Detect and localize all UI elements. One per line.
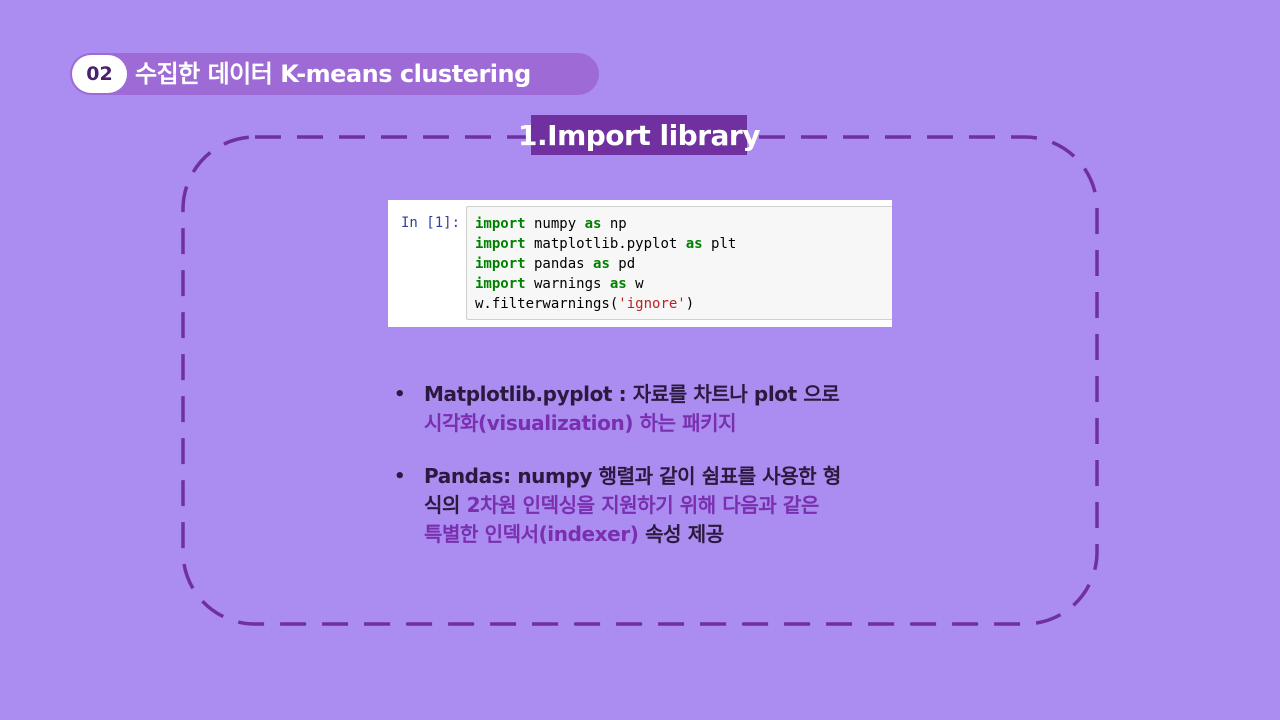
code-area: import numpy as np import matplotlib.pyp… (466, 206, 892, 320)
code-cell-screenshot: In [1]: import numpy as np import matplo… (388, 200, 892, 327)
bullet-icon: • (394, 466, 406, 487)
bullet-text: Matplotlib.pyplot : 자료를 차트나 plot 으로 (424, 382, 840, 406)
code-line: import warnings as w (475, 276, 644, 292)
bullet-text: 특별한 인덱서(indexer) 속성 제공 (424, 522, 724, 546)
code-line: import numpy as np (475, 216, 627, 232)
bullet-text: 시각화(visualization) 하는 패키지 (424, 411, 737, 435)
bullet-item-pandas: • Pandas: numpy 행렬과 같이 쉼표를 사용한 형 식의 2차원 … (390, 462, 910, 549)
section-subtitle-label: 1.Import library (518, 115, 760, 155)
bullet-list: • Matplotlib.pyplot : 자료를 차트나 plot 으로 시각… (390, 380, 910, 549)
bullet-item-matplotlib: • Matplotlib.pyplot : 자료를 차트나 plot 으로 시각… (390, 380, 910, 438)
bullet-icon: • (394, 384, 406, 405)
cell-prompt: In [1]: (401, 215, 461, 231)
code-line: w.filterwarnings('ignore') (475, 296, 695, 312)
dashed-frame (181, 135, 1099, 626)
code-line: import matplotlib.pyplot as plt (475, 236, 737, 252)
code-line: import pandas as pd (475, 256, 636, 272)
bullet-text: Pandas: numpy 행렬과 같이 쉼표를 사용한 형 (424, 464, 841, 488)
bullet-text: 식의 2차원 인덱싱을 지원하기 위해 다음과 같은 (424, 493, 819, 517)
